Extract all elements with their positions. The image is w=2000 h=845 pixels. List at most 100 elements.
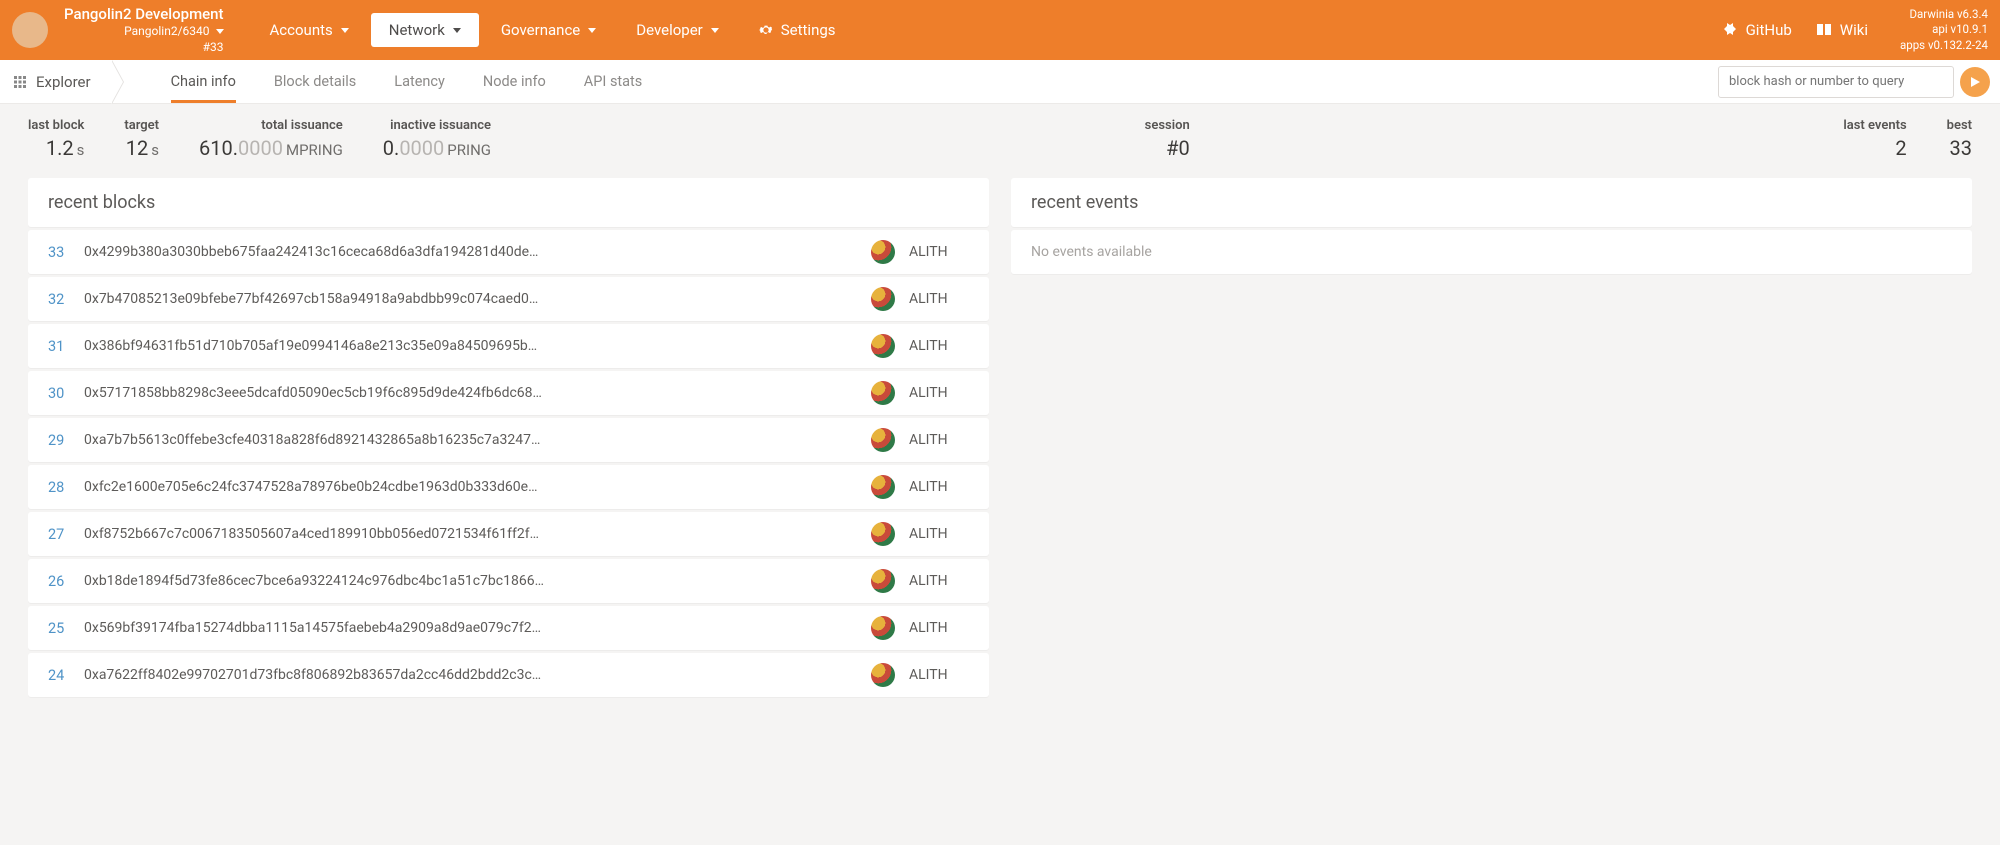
block-hash[interactable]: 0xf8752b667c7c0067183505607a4ced189910bb… [84,526,871,542]
block-author[interactable]: ALITH [909,244,969,260]
author-identicon[interactable] [871,428,895,452]
stat-session: session #0 [1145,118,1190,160]
stats-row: last block 1.2s target 12s total issuanc… [0,104,2000,178]
block-row: 330x4299b380a3030bbeb675faa242413c16ceca… [28,230,989,274]
block-number-link[interactable]: 24 [48,667,84,684]
block-row: 250x569bf39174fba15274dbba1115a14575faeb… [28,606,989,650]
author-identicon[interactable] [871,663,895,687]
block-number-link[interactable]: 28 [48,479,84,496]
block-author[interactable]: ALITH [909,385,969,401]
block-author[interactable]: ALITH [909,573,969,589]
block-hash[interactable]: 0xb18de1894f5d73fe86cec7bce6a93224124c97… [84,573,871,589]
search-area [1718,66,1990,98]
recent-blocks-panel: recent blocks 330x4299b380a3030bbeb675fa… [28,178,989,700]
chain-best: #33 [203,40,224,56]
block-author[interactable]: ALITH [909,291,969,307]
block-row: 320x7b47085213e09bfebe77bf42697cb158a949… [28,277,989,321]
book-icon [1816,23,1832,37]
chain-logo[interactable] [12,12,48,48]
stat-last-block: last block 1.2s [28,118,84,160]
author-identicon[interactable] [871,569,895,593]
block-number-link[interactable]: 26 [48,573,84,590]
main-content: recent blocks 330x4299b380a3030bbeb675fa… [0,178,2000,720]
block-hash[interactable]: 0x569bf39174fba15274dbba1115a14575faebeb… [84,620,871,636]
stat-last-events: last events 2 [1843,118,1906,160]
block-row: 280xfc2e1600e705e6c24fc3747528a78976be0b… [28,465,989,509]
block-hash[interactable]: 0x4299b380a3030bbeb675faa242413c16ceca68… [84,244,871,260]
block-search-input[interactable] [1718,66,1954,98]
block-author[interactable]: ALITH [909,479,969,495]
block-number-link[interactable]: 30 [48,385,84,402]
author-identicon[interactable] [871,287,895,311]
author-identicon[interactable] [871,334,895,358]
chevron-down-icon [453,28,461,33]
block-number-link[interactable]: 32 [48,291,84,308]
block-hash[interactable]: 0xfc2e1600e705e6c24fc3747528a78976be0b24… [84,479,871,495]
block-row: 290xa7b7b5613c0ffebe3cfe40318a828f6d8921… [28,418,989,462]
chain-sub: Pangolin2/6340 [124,24,209,40]
tab-latency[interactable]: Latency [394,60,445,103]
block-row: 270xf8752b667c7c0067183505607a4ced189910… [28,512,989,556]
play-icon [1969,76,1981,88]
chevron-down-icon [588,28,596,33]
author-identicon[interactable] [871,240,895,264]
block-author[interactable]: ALITH [909,620,969,636]
recent-events-title: recent events [1011,178,1972,227]
top-header: Pangolin2 Development Pangolin2/6340 #33… [0,0,2000,60]
stat-inactive-issuance: inactive issuance 0.0000PRING [383,118,491,160]
author-identicon[interactable] [871,616,895,640]
nav-developer[interactable]: Developer [618,13,737,47]
github-icon [1722,22,1738,38]
nav-settings[interactable]: Settings [741,13,854,47]
stat-best: best 33 [1947,118,1972,160]
grid-icon [14,76,26,88]
block-number-link[interactable]: 29 [48,432,84,449]
block-number-link[interactable]: 25 [48,620,84,637]
block-author[interactable]: ALITH [909,526,969,542]
author-identicon[interactable] [871,522,895,546]
chevron-down-icon [711,28,719,33]
tab-api-stats[interactable]: API stats [584,60,643,103]
tab-block-details[interactable]: Block details [274,60,356,103]
author-identicon[interactable] [871,381,895,405]
block-row: 310x386bf94631fb51d710b705af19e0994146a8… [28,324,989,368]
chain-title: Pangolin2 Development [64,5,224,25]
block-author[interactable]: ALITH [909,432,969,448]
block-hash[interactable]: 0x7b47085213e09bfebe77bf42697cb158a94918… [84,291,871,307]
block-row: 240xa7622ff8402e99702701d73fbc8f806892b8… [28,653,989,697]
block-hash[interactable]: 0x386bf94631fb51d710b705af19e0994146a8e2… [84,338,871,354]
block-author[interactable]: ALITH [909,667,969,683]
stat-total-issuance: total issuance 610.0000MPRING [199,118,343,160]
block-hash[interactable]: 0xa7622ff8402e99702701d73fbc8f806892b836… [84,667,871,683]
gear-icon [759,23,773,37]
sub-header: Explorer Chain info Block details Latency N… [0,60,2000,104]
nav-accounts[interactable]: Accounts [252,13,367,47]
sub-tabs: Chain info Block details Latency Node info A… [171,60,643,103]
stat-target: target 12s [124,118,159,160]
block-number-link[interactable]: 31 [48,338,84,355]
top-right: GitHub Wiki Darwinia v6.3.4 api v10.9.1 … [1722,7,1988,54]
author-identicon[interactable] [871,475,895,499]
github-link[interactable]: GitHub [1722,21,1792,39]
tab-chain-info[interactable]: Chain info [171,60,236,103]
chevron-down-icon [216,29,224,34]
main-nav: AccountsNetworkGovernanceDeveloperSettin… [252,13,854,47]
recent-events-panel: recent events No events available [1011,178,1972,700]
chain-selector[interactable]: Pangolin2 Development Pangolin2/6340 #33 [64,5,224,56]
search-go-button[interactable] [1960,67,1990,97]
block-number-link[interactable]: 33 [48,244,84,261]
recent-blocks-title: recent blocks [28,178,989,227]
block-hash[interactable]: 0x57171858bb8298c3eee5dcafd05090ec5cb19f… [84,385,871,401]
events-empty: No events available [1011,230,1972,274]
explorer-breadcrumb[interactable]: Explorer [0,60,111,103]
version-info: Darwinia v6.3.4 api v10.9.1 apps v0.132.… [1900,7,1988,54]
tab-node-info[interactable]: Node info [483,60,546,103]
wiki-link[interactable]: Wiki [1816,21,1868,39]
block-author[interactable]: ALITH [909,338,969,354]
nav-governance[interactable]: Governance [483,13,614,47]
block-number-link[interactable]: 27 [48,526,84,543]
nav-network[interactable]: Network [371,13,479,47]
block-row: 300x57171858bb8298c3eee5dcafd05090ec5cb1… [28,371,989,415]
chevron-down-icon [341,28,349,33]
block-hash[interactable]: 0xa7b7b5613c0ffebe3cfe40318a828f6d892143… [84,432,871,448]
